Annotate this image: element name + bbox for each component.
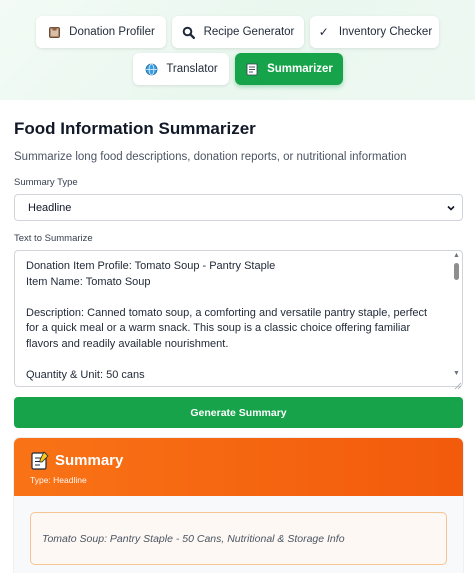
tab-donation-profiler[interactable]: Donation Profiler	[36, 16, 166, 48]
resize-handle-icon[interactable]	[454, 377, 462, 390]
summary-type-select[interactable]: Headline	[14, 194, 463, 221]
summary-card-body: Tomato Soup: Pantry Staple - 50 Cans, Nu…	[14, 496, 463, 573]
summary-card: Summary Type: Headline Tomato Soup: Pant…	[14, 438, 463, 573]
check-icon: ✓	[318, 25, 329, 39]
tab-label: Summarizer	[267, 63, 333, 75]
tab-label: Donation Profiler	[69, 26, 155, 38]
tab-inventory-checker[interactable]: ✓ Inventory Checker	[310, 16, 439, 48]
summary-result-text: Tomato Soup: Pantry Staple - 50 Cans, Nu…	[42, 532, 345, 545]
tab-summarizer[interactable]: Summarizer	[235, 53, 343, 85]
summary-type-value: Headline	[28, 201, 72, 214]
text-to-summarize-input[interactable]: Donation Item Profile: Tomato Soup - Pan…	[14, 250, 463, 387]
tab-label: Inventory Checker	[338, 26, 433, 38]
chevron-down-icon	[444, 201, 458, 215]
tab-recipe-generator[interactable]: Recipe Generator	[172, 16, 304, 48]
box-icon	[47, 25, 61, 39]
tab-label: Recipe Generator	[203, 26, 295, 38]
scroll-up-arrow-icon[interactable]: ▲	[453, 252, 460, 259]
tab-label: Translator	[166, 63, 218, 75]
generate-summary-button[interactable]: Generate Summary	[14, 397, 463, 428]
summary-title: Summary	[55, 452, 124, 469]
magnifier-icon	[182, 25, 196, 39]
tab-bar: Donation Profiler Recipe Generator ✓ Inv…	[0, 0, 475, 100]
memo-icon	[245, 62, 259, 76]
scroll-down-arrow-icon[interactable]: ▼	[453, 370, 460, 377]
scroll-thumb[interactable]	[454, 263, 459, 280]
summary-card-header: Summary Type: Headline	[14, 438, 463, 496]
tab-translator[interactable]: Translator	[133, 53, 229, 85]
memo-icon	[31, 451, 49, 471]
summary-type-line: Type: Headline	[30, 475, 87, 485]
summary-result: Tomato Soup: Pantry Staple - 50 Cans, Nu…	[30, 512, 447, 565]
summary-type-label: Summary Type	[14, 177, 78, 188]
page-subtitle: Summarize long food descriptions, donati…	[14, 151, 407, 163]
page-title: Food Information Summarizer	[14, 119, 256, 138]
textarea-scrollbar[interactable]: ▲ ▼	[451, 252, 461, 384]
globe-icon	[144, 62, 158, 76]
text-to-summarize-label: Text to Summarize	[14, 233, 93, 244]
